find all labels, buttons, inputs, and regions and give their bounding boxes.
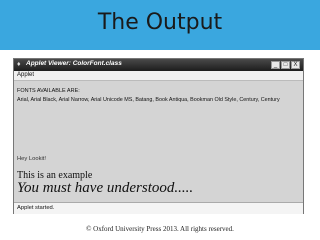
hey-text: Hey Lookit! <box>17 156 46 162</box>
applet-menu[interactable]: Applet <box>17 72 34 78</box>
maximize-button[interactable]: □ <box>281 61 290 69</box>
status-text: Applet started. <box>17 205 55 211</box>
applet-canvas: FONTS AVAILABLE ARE: Arial, Arial Black,… <box>14 81 303 202</box>
copyright-footer: © Oxford University Press 2013. All righ… <box>86 225 234 233</box>
understood-text: You must have understood..... <box>17 180 194 196</box>
fonts-label: FONTS AVAILABLE ARE: <box>17 88 80 94</box>
applet-viewer-window: ♦ Applet Viewer: ColorFont.class _ □ X A… <box>13 58 304 214</box>
slide-title: The Output <box>97 10 223 35</box>
menu-bar: Applet <box>14 71 303 81</box>
status-bar: Applet started. <box>14 202 303 214</box>
window-title: Applet Viewer: ColorFont.class <box>26 60 122 67</box>
java-app-icon: ♦ <box>17 61 21 68</box>
minimize-button[interactable]: _ <box>271 61 280 69</box>
close-button[interactable]: X <box>291 61 300 69</box>
window-titlebar[interactable]: ♦ Applet Viewer: ColorFont.class _ □ X <box>14 59 303 71</box>
fonts-list: Arial, Arial Black, Arial Narrow, Arial … <box>17 97 280 103</box>
